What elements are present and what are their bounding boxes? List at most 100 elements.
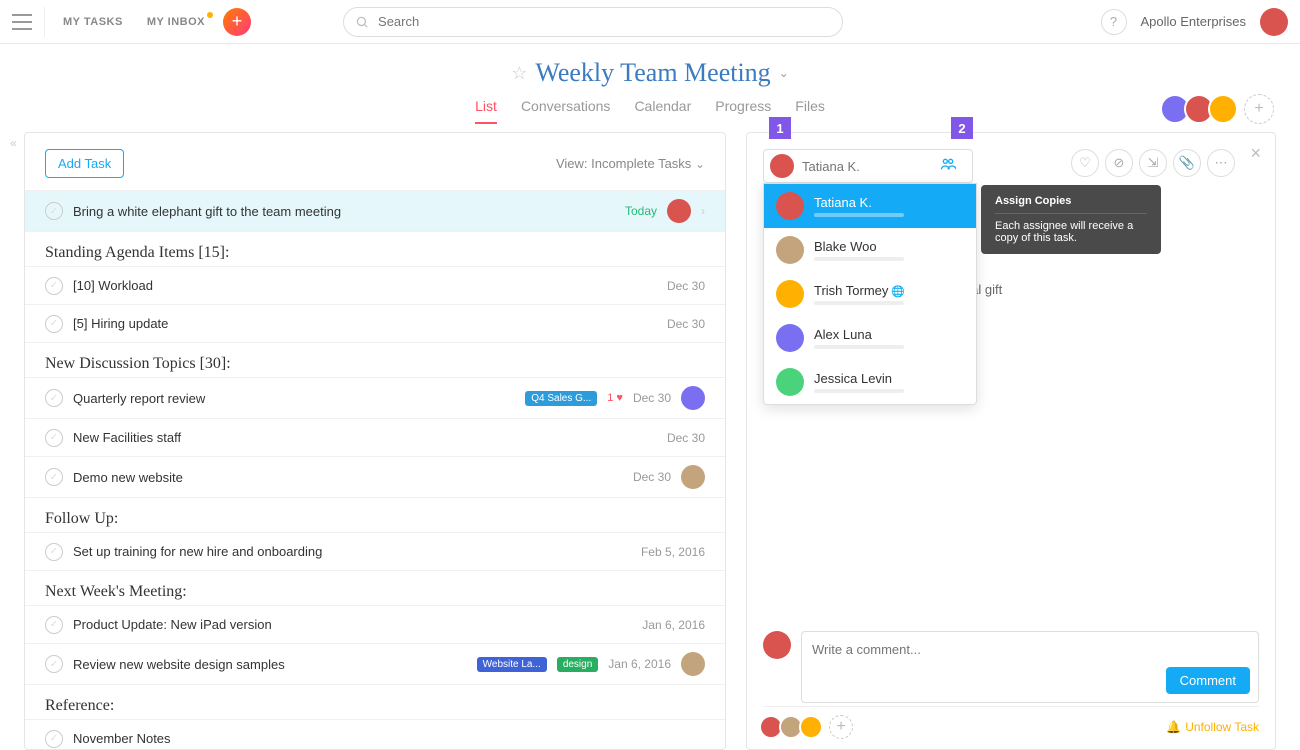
task-row[interactable]: Review new website design samplesWebsite… bbox=[25, 643, 725, 684]
tab-conversations[interactable]: Conversations bbox=[521, 98, 611, 124]
star-icon[interactable]: ☆ bbox=[511, 63, 527, 84]
my-inbox-link[interactable]: MY INBOX bbox=[141, 12, 211, 32]
more-icon[interactable]: ⋯ bbox=[1207, 149, 1235, 177]
menu-icon[interactable] bbox=[12, 14, 32, 30]
person-sub bbox=[814, 345, 904, 349]
bell-icon: 🔔 bbox=[1166, 720, 1181, 734]
task-row[interactable]: [5] Hiring updateDec 30 bbox=[25, 304, 725, 342]
add-member-button[interactable]: + bbox=[1244, 94, 1274, 124]
project-members: + bbox=[1166, 94, 1274, 124]
tab-list[interactable]: List bbox=[475, 98, 497, 124]
dropdown-item[interactable]: Blake Woo bbox=[764, 228, 976, 272]
section-header[interactable]: Next Week's Meeting: bbox=[25, 570, 725, 605]
person-avatar bbox=[776, 324, 804, 352]
person-name: Jessica Levin bbox=[814, 371, 904, 386]
task-row[interactable]: Quarterly report reviewQ4 Sales G...1 ♥D… bbox=[25, 377, 725, 418]
task-title: [10] Workload bbox=[73, 278, 657, 293]
followers-row: + 🔔 Unfollow Task bbox=[763, 706, 1259, 739]
expand-icon[interactable]: « bbox=[10, 136, 17, 150]
add-task-button[interactable]: Add Task bbox=[45, 149, 124, 178]
org-name[interactable]: Apollo Enterprises bbox=[1141, 14, 1247, 29]
tag-icon[interactable]: ⊘ bbox=[1105, 149, 1133, 177]
subtask-icon[interactable]: ⇲ bbox=[1139, 149, 1167, 177]
person-avatar bbox=[776, 236, 804, 264]
dropdown-item[interactable]: Tatiana K. bbox=[764, 184, 976, 228]
assignee-avatar bbox=[681, 652, 705, 676]
task-title: Bring a white elephant gift to the team … bbox=[73, 204, 615, 219]
chevron-right-icon: › bbox=[701, 204, 705, 218]
divider bbox=[44, 7, 45, 37]
complete-checkbox[interactable] bbox=[45, 616, 63, 634]
close-icon[interactable]: × bbox=[1250, 143, 1261, 164]
section-header[interactable]: New Discussion Topics [30]: bbox=[25, 342, 725, 377]
user-avatar[interactable] bbox=[1260, 8, 1288, 36]
task-row[interactable]: November Notes bbox=[25, 719, 725, 750]
task-title: [5] Hiring update bbox=[73, 316, 657, 331]
task-row[interactable]: Set up training for new hire and onboard… bbox=[25, 532, 725, 570]
top-nav: MY TASKS MY INBOX + ? Apollo Enterprises bbox=[0, 0, 1300, 44]
tag-pill[interactable]: Website La... bbox=[477, 657, 547, 672]
task-due-date: Jan 6, 2016 bbox=[608, 657, 671, 671]
section-header[interactable]: Reference: bbox=[25, 684, 725, 719]
task-row[interactable]: Product Update: New iPad versionJan 6, 2… bbox=[25, 605, 725, 643]
assign-copies-tooltip: Assign Copies Each assignee will receive… bbox=[981, 185, 1161, 254]
assignee-field[interactable] bbox=[763, 149, 973, 183]
section-header[interactable]: Standing Agenda Items [15]: bbox=[25, 231, 725, 266]
task-title: Demo new website bbox=[73, 470, 623, 485]
my-tasks-link[interactable]: MY TASKS bbox=[57, 12, 129, 32]
view-selector[interactable]: View: Incomplete Tasks ⌄ bbox=[556, 156, 705, 171]
follower-avatar[interactable] bbox=[799, 715, 823, 739]
task-action-icons: ♡ ⊘ ⇲ 📎 ⋯ bbox=[1071, 149, 1235, 177]
comment-box: Comment bbox=[763, 631, 1259, 703]
task-list-pane: Add Task View: Incomplete Tasks ⌄ Bring … bbox=[24, 132, 726, 750]
person-avatar bbox=[776, 192, 804, 220]
assign-copies-icon[interactable] bbox=[940, 156, 956, 176]
tag-pill[interactable]: design bbox=[557, 657, 598, 672]
complete-checkbox[interactable] bbox=[45, 655, 63, 673]
attachment-icon[interactable]: 📎 bbox=[1173, 149, 1201, 177]
tag-pill[interactable]: Q4 Sales G... bbox=[525, 391, 597, 406]
like-icon[interactable]: ♡ bbox=[1071, 149, 1099, 177]
chevron-down-icon[interactable]: ⌄ bbox=[779, 66, 789, 80]
complete-checkbox[interactable] bbox=[45, 543, 63, 561]
dropdown-item[interactable]: Jessica Levin bbox=[764, 360, 976, 404]
dropdown-item[interactable]: Trish Tormey🌐 bbox=[764, 272, 976, 316]
unfollow-button[interactable]: 🔔 Unfollow Task bbox=[1166, 720, 1259, 734]
task-row[interactable]: [10] WorkloadDec 30 bbox=[25, 266, 725, 304]
add-button[interactable]: + bbox=[223, 8, 251, 36]
comment-button[interactable]: Comment bbox=[1166, 667, 1250, 694]
tab-files[interactable]: Files bbox=[795, 98, 825, 124]
section-header[interactable]: Follow Up: bbox=[25, 497, 725, 532]
complete-checkbox[interactable] bbox=[45, 468, 63, 486]
task-row[interactable]: New Facilities staffDec 30 bbox=[25, 418, 725, 456]
task-title: November Notes bbox=[73, 731, 695, 746]
assignee-avatar bbox=[681, 465, 705, 489]
project-header: ☆ Weekly Team Meeting ⌄ List Conversatio… bbox=[0, 44, 1300, 124]
dropdown-item[interactable]: Alex Luna bbox=[764, 316, 976, 360]
complete-checkbox[interactable] bbox=[45, 429, 63, 447]
complete-checkbox[interactable] bbox=[45, 389, 63, 407]
complete-checkbox[interactable] bbox=[45, 730, 63, 748]
complete-checkbox[interactable] bbox=[45, 202, 63, 220]
search-input[interactable] bbox=[343, 7, 843, 37]
tab-calendar[interactable]: Calendar bbox=[634, 98, 691, 124]
add-follower-button[interactable]: + bbox=[829, 715, 853, 739]
globe-icon: 🌐 bbox=[891, 286, 905, 298]
tooltip-title: Assign Copies bbox=[995, 195, 1147, 214]
search-icon bbox=[355, 15, 369, 32]
tab-progress[interactable]: Progress bbox=[715, 98, 771, 124]
complete-checkbox[interactable] bbox=[45, 315, 63, 333]
complete-checkbox[interactable] bbox=[45, 277, 63, 295]
member-avatar[interactable] bbox=[1208, 94, 1238, 124]
help-button[interactable]: ? bbox=[1101, 9, 1127, 35]
task-row[interactable]: Bring a white elephant gift to the team … bbox=[25, 190, 725, 231]
person-sub bbox=[814, 389, 904, 393]
main-split: Add Task View: Incomplete Tasks ⌄ Bring … bbox=[0, 132, 1300, 750]
task-row[interactable]: Demo new website Dec 30 bbox=[25, 456, 725, 497]
tooltip-body: Each assignee will receive a copy of thi… bbox=[995, 220, 1147, 244]
task-title: Quarterly report review bbox=[73, 391, 515, 406]
project-title[interactable]: Weekly Team Meeting bbox=[535, 58, 770, 88]
assignee-input[interactable] bbox=[802, 159, 932, 174]
task-due-date: Dec 30 bbox=[633, 470, 671, 484]
person-avatar bbox=[776, 368, 804, 396]
